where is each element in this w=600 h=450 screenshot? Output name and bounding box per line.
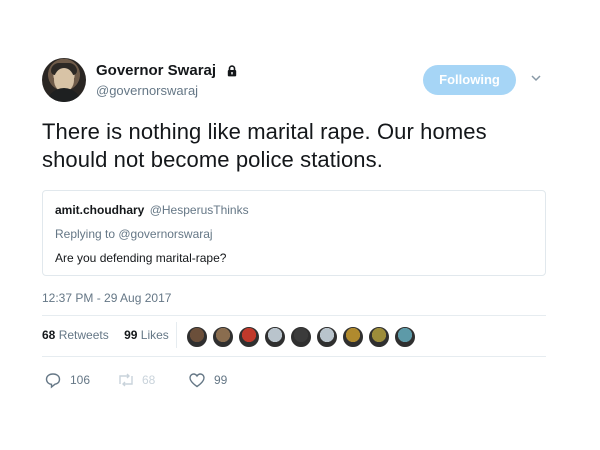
divider (42, 356, 546, 357)
liker-avatar[interactable] (342, 326, 364, 348)
tweet-header: Governor Swaraj @governorswaraj Followin… (42, 58, 552, 104)
retweet-count: 68 (142, 373, 156, 387)
tweet-timestamp[interactable]: 12:37 PM - 29 Aug 2017 (42, 291, 171, 305)
name-block: Governor Swaraj @governorswaraj (96, 62, 238, 98)
user-handle[interactable]: @governorswaraj (96, 83, 238, 98)
liker-avatar[interactable] (368, 326, 390, 348)
quoted-author-handle[interactable]: @HesperusThinks (150, 203, 249, 217)
engagement-stats: 68 Retweets 99 Likes (42, 328, 169, 342)
liker-avatar[interactable] (212, 326, 234, 348)
lock-icon (227, 65, 236, 77)
liker-avatar[interactable] (290, 326, 312, 348)
liker-avatar[interactable] (316, 326, 338, 348)
like-count: 99 (214, 373, 228, 387)
chevron-down-icon[interactable] (530, 72, 542, 84)
heart-icon (189, 373, 205, 388)
avatar-coat (46, 88, 82, 102)
divider (42, 315, 546, 316)
retweet-icon (119, 373, 133, 387)
liker-avatar[interactable] (394, 326, 416, 348)
retweets-stat[interactable]: 68 Retweets (42, 328, 109, 342)
likes-label: Likes (140, 328, 169, 342)
profile-avatar[interactable] (42, 58, 86, 102)
liker-avatar[interactable] (238, 326, 260, 348)
quoted-author: amit.choudhary @HesperusThinks (55, 203, 249, 217)
reply-action[interactable]: 106 (44, 371, 104, 389)
tweet-text-line-1: There is nothing like marital rape. Our … (42, 119, 487, 144)
quoted-tweet-card[interactable]: amit.choudhary @HesperusThinks Replying … (42, 190, 546, 276)
quoted-author-name[interactable]: amit.choudhary (55, 203, 144, 217)
tweet-text: There is nothing like marital rape. Our … (42, 118, 552, 174)
stats-divider (176, 322, 177, 348)
reply-icon (45, 373, 61, 389)
replying-to-text: Replying to @governorswaraj (55, 227, 213, 241)
tweet-text-line-2: should not become police stations. (42, 147, 383, 172)
reply-count: 106 (70, 373, 91, 387)
retweets-count: 68 (42, 328, 56, 342)
likes-stat[interactable]: 99 Likes (124, 328, 169, 342)
like-action[interactable]: 99 (188, 371, 248, 389)
retweet-action[interactable]: 68 (116, 371, 176, 389)
following-button[interactable]: Following (423, 65, 516, 95)
likes-count: 99 (124, 328, 138, 342)
quoted-tweet-text: Are you defending marital-rape? (55, 251, 227, 265)
liker-avatar[interactable] (186, 326, 208, 348)
display-name[interactable]: Governor Swaraj (96, 62, 216, 79)
retweets-label: Retweets (58, 328, 109, 342)
liker-avatar[interactable] (264, 326, 286, 348)
